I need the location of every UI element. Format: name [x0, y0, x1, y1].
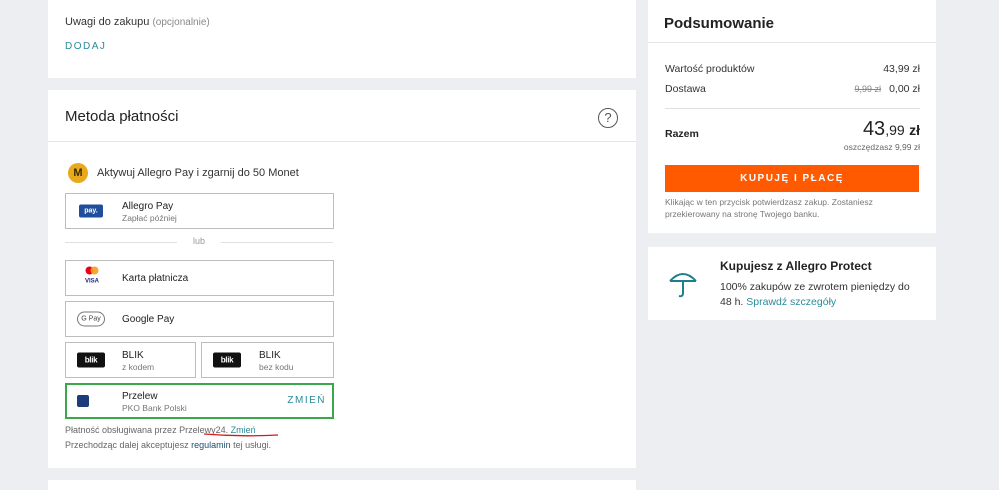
or-separator: lub: [65, 236, 333, 246]
summary-separator: [665, 108, 920, 109]
products-row: Wartość produktów 43,99 zł: [665, 63, 920, 75]
change-bank-button[interactable]: ZMIEŃ: [287, 395, 326, 406]
payment-divider: [48, 141, 636, 142]
payment-title: Metoda płatności: [65, 108, 179, 125]
total-value: 43,99 zł: [862, 118, 920, 140]
buy-and-pay-button[interactable]: KUPUJĘ I PŁACĘ: [665, 165, 919, 192]
payment-method-card: Metoda płatności ? M Aktywuj Allegro Pay…: [48, 90, 636, 468]
umbrella-icon: [668, 269, 698, 304]
delivery-row: Dostawa 9,99 zł 0,00 zł: [665, 83, 920, 95]
option-name: Karta płatnicza: [122, 273, 189, 284]
protect-details-link[interactable]: Sprawdź szczegóły: [746, 296, 836, 308]
optional-hint: (opcjonalnie): [152, 17, 210, 28]
option-name: Allegro Pay: [122, 201, 174, 212]
allegro-protect-card: Kupujesz z Allegro Protect 100% zakupów …: [648, 247, 936, 320]
order-notes-label: Uwagi do zakupu (opcjonalnie): [65, 16, 210, 28]
option-name: BLIK: [259, 350, 281, 361]
payment-option-google-pay[interactable]: G Pay Google Pay: [65, 301, 334, 337]
summary-title: Podsumowanie: [664, 15, 775, 32]
buy-note: Klikając w ten przycisk potwierdzasz zak…: [665, 197, 873, 219]
blik-icon: blik: [213, 352, 241, 368]
payment-option-transfer-selected[interactable]: Przelew PKO Bank Polski ZMIEŃ: [65, 383, 334, 419]
help-icon[interactable]: ?: [598, 108, 618, 128]
option-name: BLIK: [122, 350, 144, 361]
payment-option-card[interactable]: VISA Karta płatnicza: [65, 260, 334, 296]
option-sub: Zapłać później: [122, 213, 177, 223]
mastercard-visa-icon: VISA: [81, 266, 103, 291]
promo-text: Aktywuj Allegro Pay i zgarnij do 50 Mone…: [97, 167, 299, 179]
protect-title: Kupujesz z Allegro Protect: [720, 259, 872, 273]
protect-text: 100% zakupów ze zwrotem pieniędzy do 48 …: [720, 281, 910, 308]
red-underline-annotation: [203, 433, 279, 437]
google-pay-icon: G Pay: [77, 311, 105, 327]
terms-note: Przechodząc dalej akceptujesz regulamin …: [65, 440, 272, 450]
payment-option-blik-code[interactable]: blik BLIK z kodem: [65, 342, 196, 378]
terms-link[interactable]: regulamin: [191, 440, 231, 450]
option-name: Przelew: [122, 391, 158, 402]
option-sub: z kodem: [122, 362, 155, 372]
payment-option-allegro-pay[interactable]: pay. Allegro Pay Zapłać później: [65, 193, 334, 229]
pko-bank-icon: [77, 395, 89, 407]
payment-option-blik-no-code[interactable]: blik BLIK bez kodu: [201, 342, 334, 378]
option-name: Google Pay: [122, 314, 175, 325]
total-label: Razem: [665, 128, 699, 140]
savings-text: oszczędzasz 9,99 zł: [843, 142, 920, 152]
allegro-pay-promo: M Aktywuj Allegro Pay i zgarnij do 50 Mo…: [68, 163, 299, 183]
add-notes-link[interactable]: DODAJ: [65, 41, 106, 52]
delivery-old-price: 9,99 zł: [854, 84, 882, 94]
delivery-value: 9,99 zł 0,00 zł: [854, 83, 920, 95]
order-summary-card: Podsumowanie Wartość produktów 43,99 zł …: [648, 0, 936, 233]
order-notes-card: Uwagi do zakupu (opcjonalnie) DODAJ: [48, 0, 636, 78]
summary-divider: [648, 42, 936, 43]
option-sub: bez kodu: [259, 362, 294, 372]
svg-text:VISA: VISA: [85, 279, 100, 285]
allegro-pay-icon: pay.: [79, 204, 103, 218]
products-value: 43,99 zł: [883, 63, 920, 75]
next-section-card: [48, 480, 636, 490]
blik-icon: blik: [77, 352, 105, 368]
coin-icon: M: [68, 163, 88, 183]
option-sub: PKO Bank Polski: [122, 403, 187, 413]
